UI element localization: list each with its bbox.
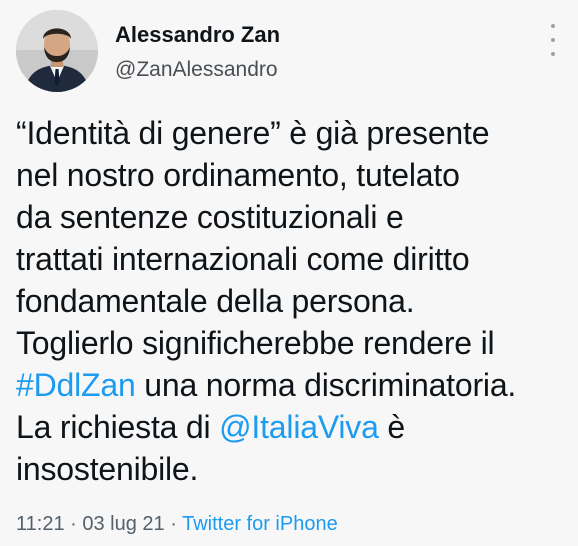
tweet-line: fondamentale della persona.	[16, 283, 415, 319]
tweet-line: trattati internazionali come diritto	[16, 241, 470, 277]
meta-separator: ·	[64, 513, 83, 535]
hashtag-link[interactable]: #DdlZan	[16, 367, 136, 403]
tweet-text-segment: una norma discriminatoria.	[135, 367, 517, 403]
tweet-text-segment: è	[378, 409, 405, 445]
tweet-line: La richiesta di @ItaliaViva è	[16, 406, 566, 448]
tweet-text: “Identità di genere” è già presente nel …	[16, 112, 566, 490]
display-name[interactable]: Alessandro Zan	[115, 22, 280, 48]
tweet-text-segment: La richiesta di	[16, 409, 220, 445]
tweet-card: Alessandro Zan @ZanAlessandro “Identità …	[0, 0, 578, 546]
tweet-line: #DdlZan una norma discriminatoria.	[16, 364, 566, 406]
avatar[interactable]	[16, 10, 98, 92]
avatar-icon	[16, 10, 98, 92]
tweet-time[interactable]: 11:21	[16, 513, 65, 535]
tweet-line: insostenibile.	[16, 451, 199, 487]
tweet-line: “Identità di genere” è già presente	[16, 115, 490, 151]
tweet-line: nel nostro ordinamento, tutelato	[16, 157, 460, 193]
meta-separator: ·	[164, 513, 183, 535]
more-options-icon[interactable]	[544, 24, 562, 56]
user-handle[interactable]: @ZanAlessandro	[115, 58, 280, 82]
tweet-line: da sentenze costituzionali e	[16, 199, 404, 235]
author-names: Alessandro Zan @ZanAlessandro	[115, 22, 280, 82]
tweet-date[interactable]: 03 lug 21	[82, 513, 164, 535]
mention-link[interactable]: @ItaliaViva	[219, 409, 379, 445]
more-dot-icon	[551, 38, 555, 42]
tweet-meta: 11:21 · 03 lug 21 · Twitter for iPhone	[16, 512, 338, 536]
tweet-source-link[interactable]: Twitter for iPhone	[182, 513, 338, 535]
tweet-header: Alessandro Zan @ZanAlessandro	[16, 10, 562, 100]
more-dot-icon	[551, 24, 555, 28]
more-dot-icon	[551, 52, 555, 56]
tweet-line: Toglierlo significherebbe rendere il	[16, 325, 495, 361]
